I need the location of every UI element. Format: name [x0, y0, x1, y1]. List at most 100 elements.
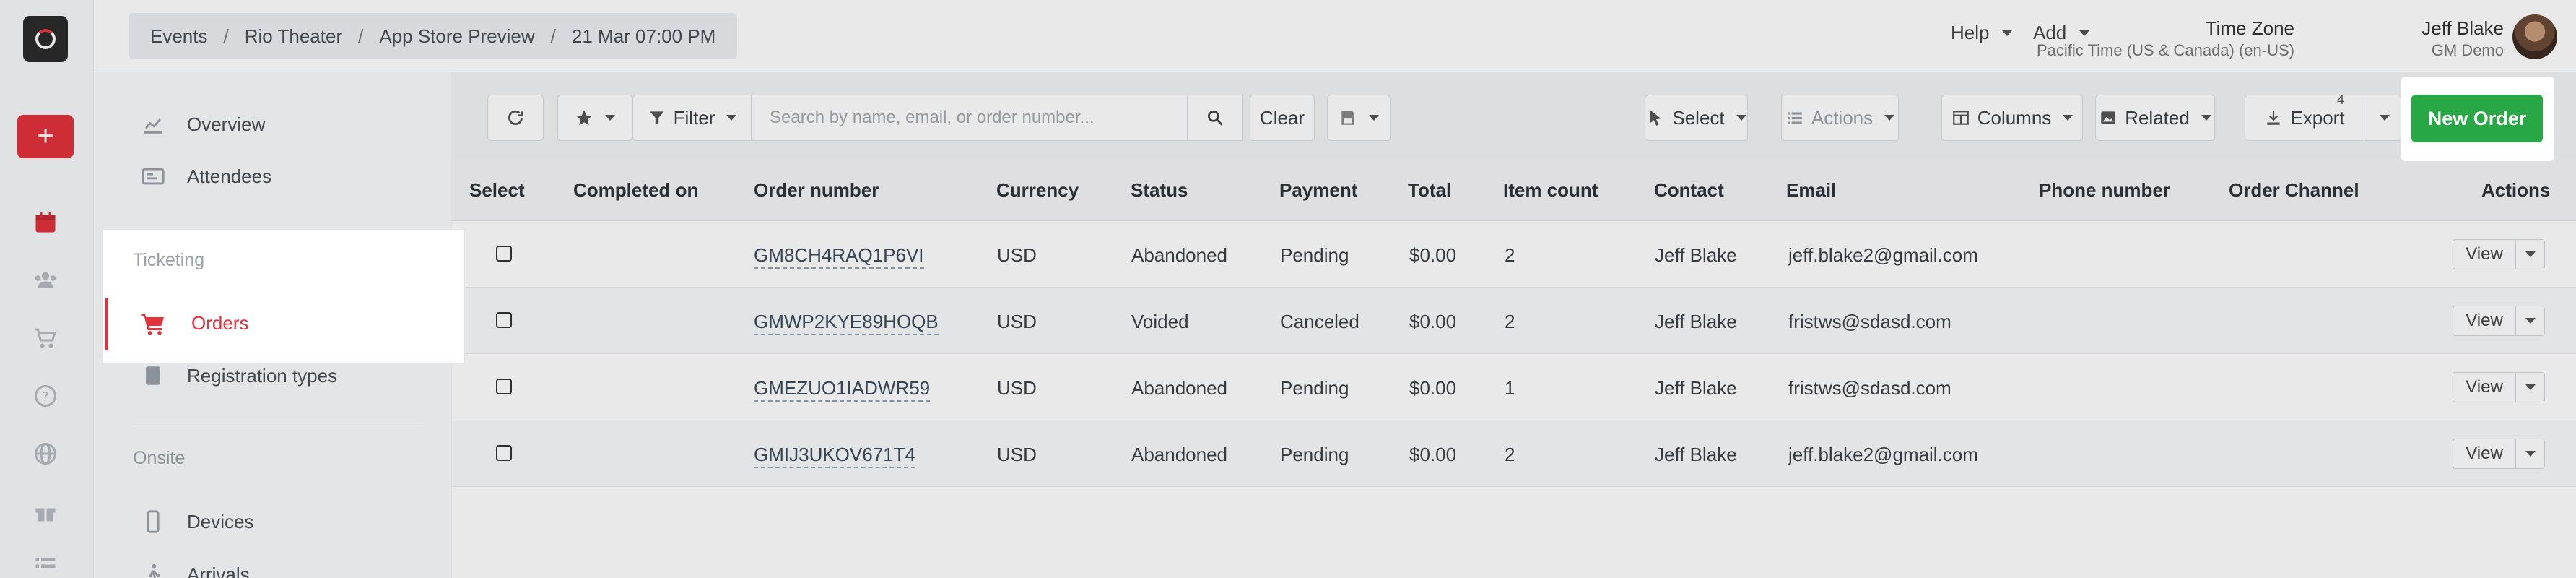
app-logo[interactable]	[23, 16, 68, 62]
row-checkbox[interactable]	[496, 445, 512, 461]
breadcrumb-event[interactable]: App Store Preview	[379, 25, 534, 48]
row-actions-dropdown[interactable]	[2516, 439, 2545, 469]
item-count-cell: 2	[1505, 311, 1515, 332]
email-cell[interactable]: jeff.blake2@gmail.com	[1788, 244, 1978, 267]
help-menu[interactable]: Help	[1951, 22, 2013, 44]
column-header-payment[interactable]: Payment	[1279, 179, 1357, 202]
clear-label: Clear	[1259, 106, 1305, 129]
order-number-link[interactable]: GMIJ3UKOV671T4	[754, 444, 915, 468]
list-icon[interactable]	[32, 553, 58, 578]
breadcrumb-venue[interactable]: Rio Theater	[245, 25, 342, 48]
search-button[interactable]	[1188, 95, 1243, 141]
email-cell[interactable]: jeff.blake2@gmail.com	[1788, 444, 1978, 466]
breadcrumb-separator: /	[550, 25, 556, 47]
export-button[interactable]: Export	[2245, 95, 2364, 141]
refresh-button[interactable]	[487, 95, 544, 141]
filter-label: Filter	[673, 106, 715, 129]
total-cell: $0.00	[1409, 311, 1457, 332]
currency-cell: USD	[997, 444, 1037, 465]
sidebar-item-label: Devices	[187, 510, 254, 532]
filter-icon	[649, 111, 664, 125]
help-circle-icon[interactable]: ?	[32, 383, 58, 409]
order-number-link[interactable]: GM8CH4RAQ1P6VI	[754, 244, 924, 269]
filter-button[interactable]: Filter	[632, 95, 752, 141]
select-button[interactable]: Select	[1645, 95, 1748, 141]
clear-button[interactable]: Clear	[1250, 95, 1315, 141]
column-header-order-number[interactable]: Order number	[754, 179, 879, 202]
columns-button[interactable]: Columns	[1941, 95, 2083, 141]
view-button[interactable]: View	[2453, 439, 2516, 469]
view-button[interactable]: View	[2453, 239, 2516, 269]
currency-cell: USD	[997, 377, 1037, 399]
view-button[interactable]: View	[2453, 372, 2516, 402]
column-header-phone[interactable]: Phone number	[2039, 179, 2170, 202]
export-label: Export	[2290, 106, 2345, 129]
email-cell[interactable]: fristws@sdasd.com	[1788, 377, 1951, 400]
search-input[interactable]: Search by name, email, or order number..…	[752, 95, 1188, 141]
sidebar-item-arrivals[interactable]: Arrivals	[141, 562, 250, 578]
book-icon	[146, 366, 160, 385]
sidebar-item-registration-types[interactable]: Registration types	[141, 363, 337, 388]
column-header-currency[interactable]: Currency	[996, 179, 1079, 202]
sidebar-item-label: Overview	[187, 113, 266, 135]
column-header-order-channel[interactable]: Order Channel	[2229, 179, 2359, 202]
add-button[interactable]: +	[17, 115, 74, 158]
breadcrumb: Events / Rio Theater / App Store Preview…	[129, 13, 738, 59]
list-check-icon	[1788, 112, 1802, 124]
email-cell[interactable]: fristws@sdasd.com	[1788, 311, 1951, 333]
row-actions-dropdown[interactable]	[2516, 306, 2545, 336]
sidebar-item-attendees[interactable]: Attendees	[141, 164, 271, 189]
contact-cell[interactable]: Jeff Blake	[1655, 244, 1737, 267]
column-header-total[interactable]: Total	[1408, 179, 1451, 202]
sidebar-item-overview[interactable]: Overview	[141, 112, 265, 137]
calendar-icon[interactable]	[32, 210, 58, 236]
contact-cell[interactable]: Jeff Blake	[1655, 311, 1737, 333]
favorites-button[interactable]	[557, 95, 632, 141]
payment-cell: Pending	[1280, 244, 1349, 266]
order-number-link[interactable]: GMEZUO1IADWR59	[754, 377, 931, 402]
column-header-email[interactable]: Email	[1786, 179, 1836, 202]
timezone-selector[interactable]: Time Zone Pacific Time (US & Canada) (en…	[2037, 17, 2294, 60]
search-icon	[1207, 110, 1223, 126]
contact-cell[interactable]: Jeff Blake	[1655, 377, 1737, 400]
export-dropdown-button[interactable]	[2364, 95, 2401, 141]
currency-cell: USD	[997, 311, 1037, 332]
new-order-button[interactable]: New Order	[2411, 95, 2543, 142]
view-button[interactable]: View	[2453, 306, 2516, 336]
user-menu[interactable]: Jeff Blake GM Demo	[2421, 17, 2504, 60]
avatar[interactable]	[2512, 14, 2557, 59]
star-icon	[576, 110, 592, 126]
cart-icon	[141, 314, 164, 335]
gift-icon[interactable]	[32, 499, 58, 525]
related-button[interactable]: Related	[2095, 95, 2215, 141]
select-label: Select	[1672, 106, 1725, 129]
breadcrumb-events[interactable]: Events	[150, 25, 208, 48]
column-header-item-count[interactable]: Item count	[1503, 179, 1598, 202]
help-label: Help	[1951, 22, 1990, 43]
row-actions-dropdown[interactable]	[2516, 372, 2545, 402]
row-actions: View	[2453, 439, 2545, 469]
contact-cell[interactable]: Jeff Blake	[1655, 444, 1737, 466]
column-header-contact[interactable]: Contact	[1654, 179, 1724, 202]
sidebar-item-label: Attendees	[187, 165, 272, 187]
order-number-link[interactable]: GMWP2KYE89HOQB	[754, 311, 939, 335]
column-header-select[interactable]: Select	[469, 179, 525, 202]
column-header-completed-on[interactable]: Completed on	[573, 179, 698, 202]
walking-icon	[149, 564, 160, 578]
actions-button[interactable]: Actions	[1781, 95, 1899, 141]
sidebar-item-devices[interactable]: Devices	[141, 509, 253, 534]
chevron-down-icon	[1736, 115, 1746, 121]
column-header-status[interactable]: Status	[1131, 179, 1188, 202]
row-checkbox[interactable]	[496, 379, 512, 394]
users-icon[interactable]	[32, 267, 58, 293]
item-count-cell: 2	[1505, 244, 1515, 266]
item-count-cell: 2	[1505, 444, 1515, 465]
row-actions-dropdown[interactable]	[2516, 239, 2545, 269]
save-view-button[interactable]	[1327, 95, 1391, 141]
breadcrumb-date[interactable]: 21 Mar 07:00 PM	[572, 25, 715, 48]
cart-icon[interactable]	[32, 325, 58, 351]
row-checkbox[interactable]	[496, 246, 512, 262]
row-checkbox[interactable]	[496, 312, 512, 328]
user-org: GM Demo	[2431, 41, 2504, 59]
globe-icon[interactable]	[32, 441, 58, 467]
